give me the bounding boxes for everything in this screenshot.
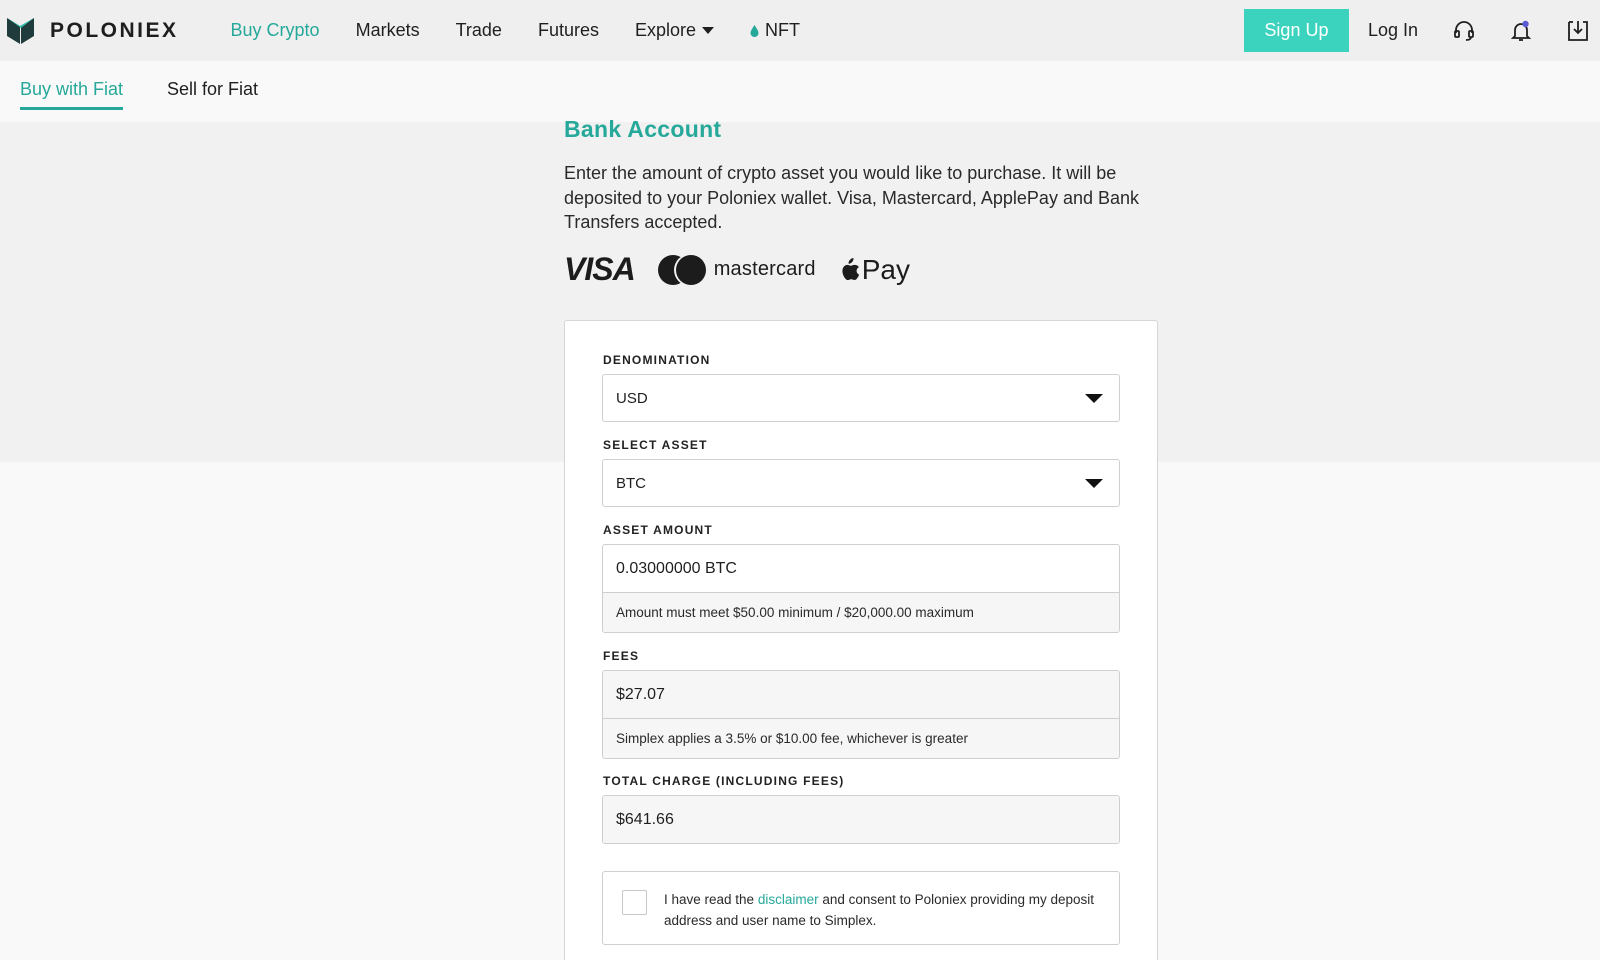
denomination-value: USD (616, 389, 648, 407)
notification-bell-icon[interactable] (1509, 19, 1533, 43)
main-nav: Buy Crypto Markets Trade Futures Explore… (231, 20, 836, 41)
mastercard-wordmark: mastercard (713, 258, 816, 280)
consent-checkbox[interactable] (622, 890, 647, 915)
nav-label: Explore (634, 20, 697, 40)
nav-label: Buy Crypto (230, 20, 320, 40)
amount-hint: Amount must meet $50.00 minimum / $20,00… (603, 592, 1119, 632)
consent-box: I have read the disclaimer and consent t… (602, 871, 1120, 945)
mastercard-circles-icon (657, 254, 706, 285)
nav-label: Markets (355, 20, 420, 40)
payment-brands: VISA mastercard Pay (564, 251, 1158, 287)
asset-value: BTC (616, 474, 646, 492)
logo[interactable]: POLONIEX (7, 16, 179, 46)
download-app-icon[interactable] (1566, 19, 1590, 43)
nav-trade[interactable]: Trade (456, 20, 502, 41)
consent-text: I have read the disclaimer and consent t… (664, 889, 1104, 931)
fees-hint: Simplex applies a 3.5% or $10.00 fee, wh… (603, 718, 1119, 758)
nav-nft[interactable]: NFT (750, 20, 800, 41)
chevron-down-icon (1085, 479, 1103, 488)
purchase-form-card: DENOMINATION USD SELECT ASSET BTC ASSET … (564, 320, 1158, 960)
intro-section: Bank Account Enter the amount of crypto … (564, 116, 1158, 287)
mastercard-logo: mastercard (657, 254, 816, 285)
denomination-label: DENOMINATION (603, 353, 711, 367)
total-charge-group: $641.66 (602, 795, 1120, 844)
denomination-select[interactable]: USD (602, 374, 1120, 422)
support-headset-icon[interactable] (1452, 19, 1476, 43)
apple-icon (842, 257, 859, 280)
tab-buy-with-fiat[interactable]: Buy with Fiat (20, 79, 124, 110)
nav-label: Trade (455, 20, 502, 40)
subnav-tabs: Buy with Fiat Sell for Fiat (0, 61, 1600, 122)
login-link[interactable]: Log In (1368, 20, 1418, 41)
tab-sell-for-fiat[interactable]: Sell for Fiat (167, 79, 258, 107)
total-charge-label: TOTAL CHARGE (INCLUDING FEES) (603, 774, 845, 788)
apple-pay-logo: Pay (840, 254, 910, 286)
consent-text-before: I have read the (664, 892, 758, 907)
nav-buy-crypto[interactable]: Buy Crypto (231, 20, 320, 41)
brand-name: POLONIEX (50, 18, 179, 42)
page-title: Bank Account (564, 116, 722, 142)
drop-icon (750, 24, 759, 37)
fees-value: $27.07 (603, 671, 1119, 718)
apple-pay-wordmark: Pay (861, 253, 910, 285)
nav-futures[interactable]: Futures (538, 20, 599, 41)
nav-explore[interactable]: Explore (634, 20, 715, 41)
nav-markets[interactable]: Markets (356, 20, 420, 41)
signup-button[interactable]: Sign Up (1243, 9, 1349, 52)
intro-text: Enter the amount of crypto asset you wou… (564, 163, 1140, 232)
total-charge-value: $641.66 (603, 796, 1119, 843)
caret-down-icon (702, 27, 715, 34)
top-navbar: POLONIEX Buy Crypto Markets Trade Future… (0, 0, 1600, 61)
nav-label: NFT (765, 20, 801, 40)
select-asset-label: SELECT ASSET (603, 438, 708, 452)
fees-label: FEES (603, 649, 640, 663)
asset-select[interactable]: BTC (602, 459, 1120, 507)
visa-logo: VISA (564, 251, 636, 287)
disclaimer-link[interactable]: disclaimer (758, 892, 819, 907)
asset-amount-label: ASSET AMOUNT (603, 523, 713, 537)
asset-amount-group: 0.03000000 BTC Amount must meet $50.00 m… (602, 544, 1120, 633)
fees-group: $27.07 Simplex applies a 3.5% or $10.00 … (602, 670, 1120, 759)
chevron-down-icon (1085, 394, 1103, 403)
poloniex-logo-icon (7, 17, 34, 44)
nav-right: Sign Up Log In (1243, 0, 1600, 61)
nav-label: Futures (537, 20, 599, 40)
asset-amount-input[interactable]: 0.03000000 BTC (603, 545, 1119, 592)
